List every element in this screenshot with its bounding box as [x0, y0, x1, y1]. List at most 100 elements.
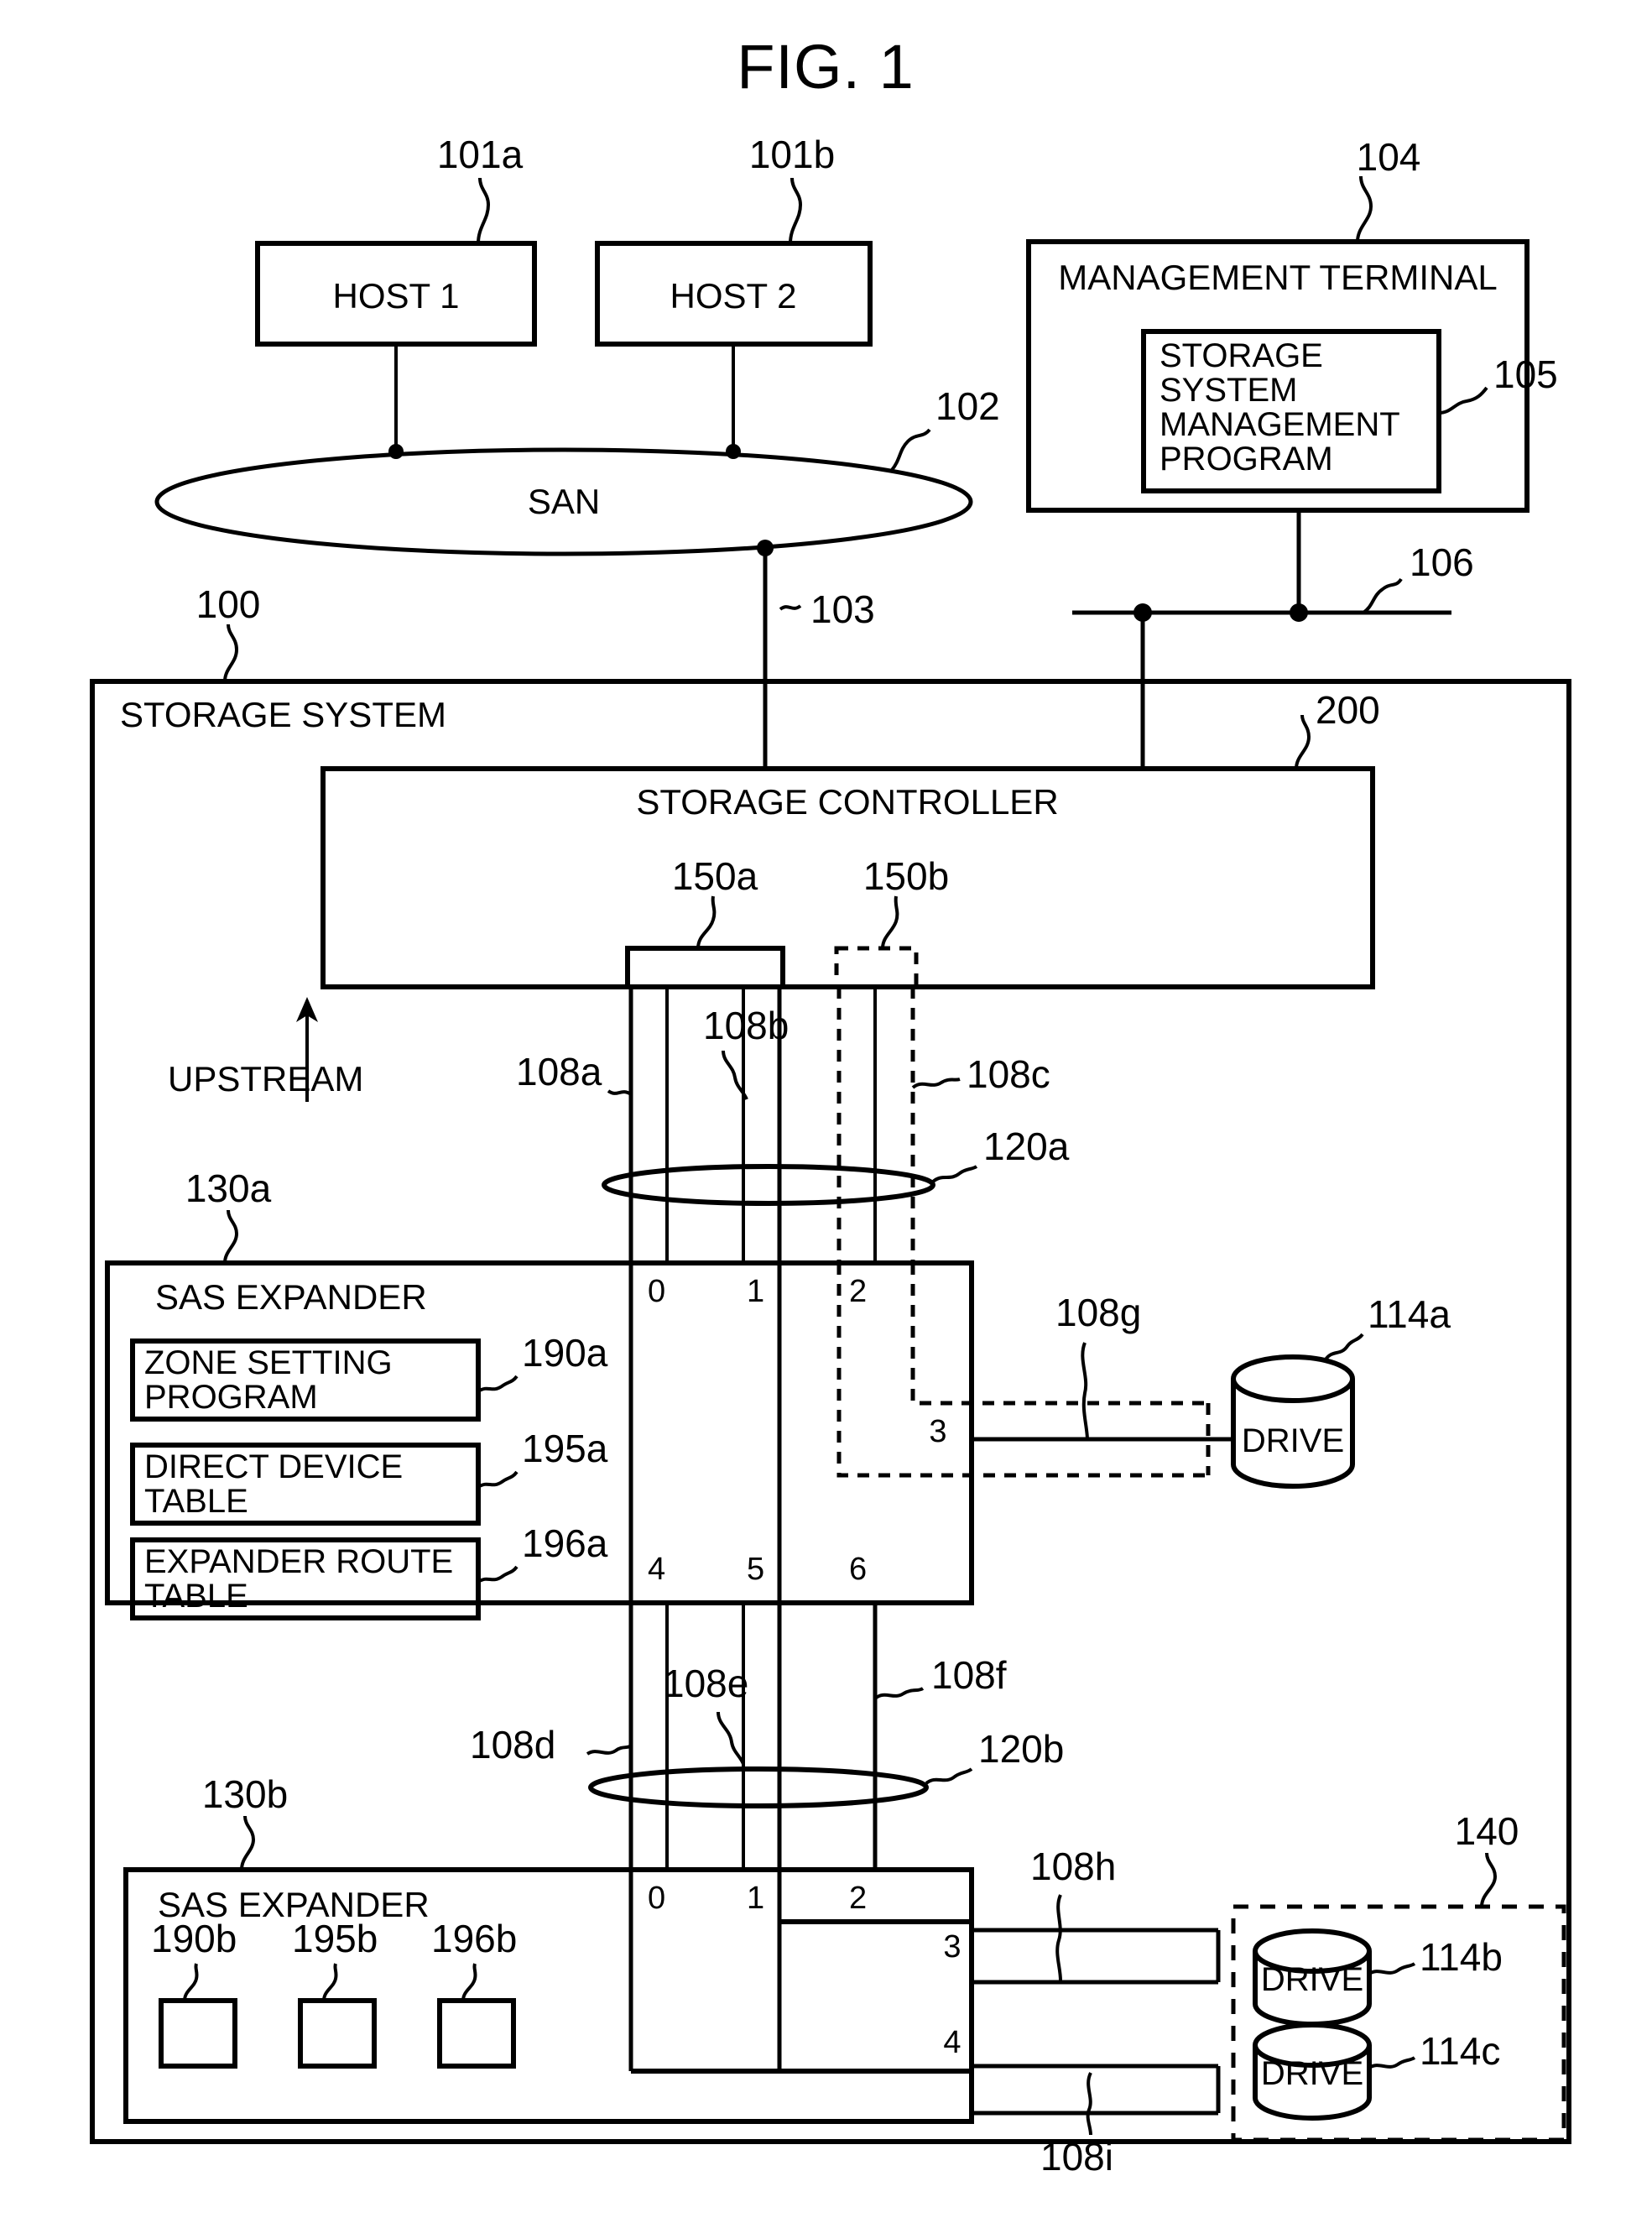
sas-expander-b-ref: 130b — [202, 1772, 288, 1816]
sas-expander-a-leader — [223, 1209, 239, 1264]
management-network-ref: 106 — [1410, 540, 1474, 584]
zone-setting-program-b-leader — [183, 1963, 199, 2001]
expander-route-table-b-box — [437, 1998, 516, 2069]
zone-group-120b-ref: 120b — [978, 1727, 1064, 1771]
management-network-leader — [1362, 577, 1403, 614]
storage-system-leader — [223, 624, 239, 682]
drive-114c: DRIVE — [1253, 2022, 1372, 2121]
drive-114b-leader — [1368, 1962, 1416, 1975]
link-103-leader — [779, 604, 802, 611]
drive-enclosure-140-ref: 140 — [1455, 1809, 1519, 1853]
link-108h-ref: 108h — [1030, 1845, 1116, 1888]
expander-a-port-5: 5 — [747, 1552, 764, 1587]
host-1-ref: 101a — [437, 133, 524, 176]
san-label: SAN — [528, 482, 600, 521]
direct-device-table-a-leader — [477, 1470, 519, 1489]
link-108g-ref: 108g — [1055, 1291, 1141, 1334]
management-program-line-3: MANAGEMENT — [1160, 406, 1400, 443]
link-108c-leader — [911, 1078, 961, 1089]
storage-controller-ref: 200 — [1316, 688, 1380, 732]
port-block-150a-leader — [696, 895, 717, 949]
zone-group-120a-ellipse — [602, 1164, 935, 1206]
expander-b-port-3: 3 — [943, 1929, 961, 1965]
expander-b-port-4: 4 — [943, 2025, 961, 2060]
port-block-150a — [625, 946, 785, 989]
host-2-ref: 101b — [749, 133, 835, 176]
link-108f-ref: 108f — [931, 1653, 1007, 1697]
host-2-leader — [789, 177, 803, 244]
storage-controller-leader — [1295, 714, 1311, 770]
host-2-label: HOST 2 — [670, 276, 797, 316]
expander-route-table-a-line-2: TABLE — [144, 1578, 248, 1615]
management-terminal-ref: 104 — [1357, 135, 1421, 179]
direct-device-table-b-box — [298, 1998, 377, 2069]
zone-group-120a-leader — [931, 1165, 978, 1183]
host-1-label: HOST 1 — [333, 276, 460, 316]
drive-114a-ref: 114a — [1368, 1292, 1451, 1336]
port-block-150b-leader — [881, 895, 899, 949]
direct-device-table-a-line-2: TABLE — [144, 1483, 248, 1520]
management-terminal-leader — [1356, 175, 1373, 243]
storage-system-ref: 100 — [196, 582, 261, 626]
expander-b-port-0: 0 — [648, 1881, 665, 1916]
expander-a-port-3: 3 — [929, 1414, 946, 1449]
san-port-dot-host2 — [726, 444, 741, 459]
link-108i-leader — [1086, 2072, 1092, 2136]
expander-a-port-0: 0 — [648, 1274, 665, 1309]
drive-114a: DRIVE — [1231, 1354, 1355, 1489]
port-block-150b — [834, 946, 919, 989]
upstream-label: UPSTREAM — [168, 1059, 363, 1098]
sas-expander-a-ref: 130a — [185, 1166, 272, 1210]
link-108c-ref: 108c — [967, 1052, 1050, 1096]
sas-expander-b-leader — [240, 1815, 256, 1871]
management-program-line-2: SYSTEM — [1160, 372, 1297, 409]
link-108d-ref: 108d — [470, 1723, 555, 1766]
host-1-leader — [477, 177, 491, 244]
drive-114c-label: DRIVE — [1261, 2055, 1363, 2092]
link-108f-leader — [873, 1687, 925, 1700]
zone-group-120b-leader — [925, 1767, 973, 1785]
link-108e-ref: 108e — [663, 1662, 748, 1705]
link-103-ref: 103 — [810, 587, 875, 631]
direct-device-table-b-ref: 195b — [292, 1917, 378, 1960]
link-108h-leader — [1055, 1894, 1062, 1981]
link-108a-ref: 108a — [516, 1050, 602, 1093]
management-program-leader — [1438, 386, 1488, 415]
san-ref: 102 — [935, 384, 1000, 428]
zone-setting-program-b-ref: 190b — [151, 1917, 237, 1960]
storage-system-label: STORAGE SYSTEM — [120, 695, 446, 734]
figure-canvas: FIG. 1 HOST 1 101a HOST 2 101b SAN 102 1… — [90, 32, 1571, 2179]
expander-b-inner-right — [631, 1922, 974, 2074]
drive-114b: DRIVE — [1253, 1928, 1372, 2027]
drive-114b-ref: 114b — [1420, 1935, 1503, 1979]
link-108g-leader — [1081, 1342, 1089, 1441]
expander-route-table-a-line-1: EXPANDER ROUTE — [144, 1543, 453, 1580]
management-program-line-4: PROGRAM — [1160, 441, 1333, 477]
sas-expander-a-label: SAS EXPANDER — [155, 1277, 427, 1317]
drive-114b-label: DRIVE — [1261, 1961, 1363, 1998]
mgmt-bus-dot-terminal — [1290, 603, 1308, 622]
management-program-line-1: STORAGE — [1160, 337, 1323, 374]
drive-114a-leader — [1324, 1333, 1364, 1361]
management-program-ref: 105 — [1493, 352, 1558, 396]
direct-device-table-a-line-1: DIRECT DEVICE — [144, 1448, 403, 1485]
expander-route-table-b-ref: 196b — [431, 1917, 517, 1960]
zone-group-120a-ref: 120a — [983, 1125, 1070, 1168]
san-port-dot-host1 — [388, 444, 404, 459]
expander-a-port-4: 4 — [648, 1552, 665, 1587]
expander-route-table-a-leader — [477, 1565, 519, 1584]
expander-route-table-b-leader — [461, 1963, 477, 2001]
direct-device-table-a-ref: 195a — [522, 1427, 608, 1470]
direct-device-table-b-leader — [322, 1963, 338, 2001]
zone-setting-program-a-line-1: ZONE SETTING — [144, 1344, 393, 1381]
zone-setting-program-a-leader — [477, 1375, 519, 1393]
drive-114c-ref: 114c — [1420, 2029, 1500, 2073]
expander-a-port-2: 2 — [849, 1274, 867, 1309]
link-108e-leader — [717, 1711, 745, 1765]
drive-enclosure-140-leader — [1480, 1852, 1498, 1907]
expander-a-port-6: 6 — [849, 1552, 867, 1587]
zone-setting-program-a-line-2: PROGRAM — [144, 1379, 318, 1416]
link-108b-ref: 108b — [703, 1004, 789, 1047]
expander-b-port-1: 1 — [747, 1881, 764, 1916]
port-block-150a-ref: 150a — [672, 854, 758, 898]
